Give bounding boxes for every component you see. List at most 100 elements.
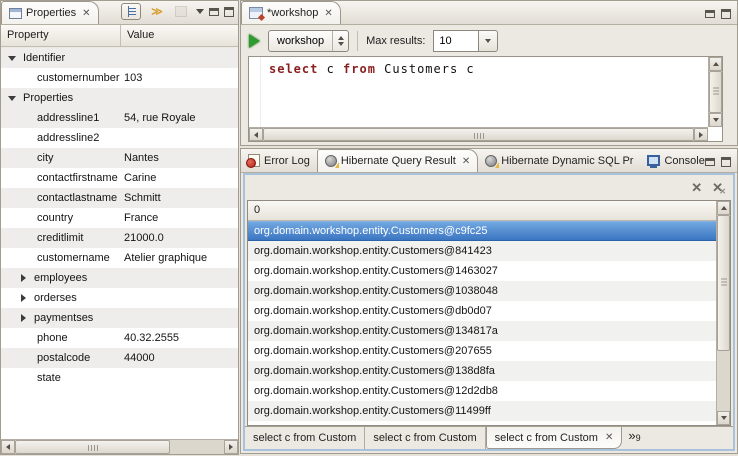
result-row[interactable]: org.domain.workshop.entity.Customers@12d… xyxy=(248,381,716,401)
result-row[interactable]: org.domain.workshop.entity.Customers@138… xyxy=(248,361,716,381)
hql-query-text[interactable]: select c from Customers c xyxy=(269,62,475,76)
result-subtab[interactable]: select c from Custom✕ xyxy=(486,427,623,449)
property-name-cell: paymentses xyxy=(1,312,122,324)
maximize-icon[interactable] xyxy=(721,9,731,19)
query-result-table: 0 org.domain.workshop.entity.Customers@c… xyxy=(247,200,731,426)
scroll-left-icon[interactable] xyxy=(249,128,263,141)
hql-editor-area[interactable]: select c from Customers c xyxy=(248,56,723,142)
subtab-overflow-indicator[interactable]: »9 xyxy=(622,427,646,443)
result-row[interactable]: org.domain.workshop.entity.Customers@114… xyxy=(248,401,716,421)
property-row[interactable]: addressline2 xyxy=(1,128,238,148)
result-rows: org.domain.workshop.entity.Customers@c9f… xyxy=(248,221,716,425)
spinner-icon[interactable] xyxy=(332,31,348,51)
chevron-down-icon[interactable] xyxy=(478,30,498,52)
editor-gutter xyxy=(249,57,261,127)
scroll-thumb[interactable] xyxy=(263,128,694,141)
icon-errorlog xyxy=(248,154,260,167)
property-row[interactable]: countryFrance xyxy=(1,208,238,228)
expanded-arrow-icon[interactable] xyxy=(8,96,16,101)
minimize-icon[interactable] xyxy=(209,8,219,16)
maximize-icon[interactable] xyxy=(224,7,234,17)
result-row[interactable]: org.domain.workshop.entity.Customers@841… xyxy=(248,241,716,261)
tab-properties[interactable]: Properties ✕ xyxy=(1,1,99,24)
property-row[interactable]: postalcode44000 xyxy=(1,348,238,368)
tab-console[interactable]: Console xyxy=(640,149,705,172)
property-row[interactable]: customernameAtelier graphique xyxy=(1,248,238,268)
result-row[interactable]: org.domain.workshop.entity.Customers@134… xyxy=(248,321,716,341)
property-row[interactable]: paymentses xyxy=(1,308,238,328)
scroll-right-icon[interactable] xyxy=(694,128,708,141)
maximize-icon[interactable] xyxy=(721,157,731,167)
tab-hibernate-dynamic-sql-pr[interactable]: Hibernate Dynamic SQL Pr xyxy=(478,149,640,172)
scroll-right-icon[interactable] xyxy=(224,440,238,454)
result-row[interactable]: org.domain.workshop.entity.Customers@c9f… xyxy=(248,221,716,241)
scroll-thumb[interactable] xyxy=(717,215,730,351)
column-header-property[interactable]: Property xyxy=(1,25,121,46)
property-row[interactable]: Properties xyxy=(1,88,238,108)
remove-all-results-icon[interactable]: ✕ xyxy=(712,181,723,194)
property-row[interactable]: cityNantes xyxy=(1,148,238,168)
scroll-down-icon[interactable] xyxy=(717,411,730,425)
property-name: city xyxy=(37,152,54,164)
hql-keyword: select xyxy=(269,62,318,76)
result-row[interactable]: org.domain.workshop.entity.Customers@207… xyxy=(248,341,716,361)
property-name-cell: Properties xyxy=(1,92,122,104)
property-row[interactable]: orderses xyxy=(1,288,238,308)
scroll-down-icon[interactable] xyxy=(709,113,722,127)
editor-hscrollbar[interactable] xyxy=(249,127,708,141)
hql-toolbar: workshop Max results: 10 xyxy=(241,25,737,56)
property-row[interactable]: Identifier xyxy=(1,48,238,68)
remove-result-icon[interactable]: ✕ xyxy=(691,181,702,194)
scroll-up-icon[interactable] xyxy=(709,57,722,71)
collapsed-arrow-icon[interactable] xyxy=(21,314,26,322)
results-vscrollbar[interactable] xyxy=(716,201,730,425)
result-subtab-label: select c from Custom xyxy=(253,432,356,444)
pin-button[interactable]: ≫ xyxy=(146,3,166,20)
property-row[interactable]: state xyxy=(1,368,238,388)
property-row[interactable]: addressline154, rue Royale xyxy=(1,108,238,128)
column-header-value[interactable]: Value xyxy=(121,25,238,46)
property-row[interactable]: creditlimit21000.0 xyxy=(1,228,238,248)
minimize-icon[interactable] xyxy=(705,10,715,18)
max-results-combo[interactable]: 10 xyxy=(433,30,498,52)
collapsed-arrow-icon[interactable] xyxy=(21,274,26,282)
configuration-combo[interactable]: workshop xyxy=(268,30,349,52)
close-icon[interactable]: ✕ xyxy=(605,432,613,443)
editor-vscrollbar[interactable] xyxy=(708,57,722,127)
expanded-arrow-icon[interactable] xyxy=(8,56,16,61)
tab-hibernate-query-result[interactable]: Hibernate Query Result✕ xyxy=(317,149,478,172)
result-subtab[interactable]: select c from Custom xyxy=(365,427,485,449)
result-row[interactable]: org.domain.workshop.entity.Customers@146… xyxy=(248,261,716,281)
property-value: 44000 xyxy=(122,352,238,364)
properties-hscrollbar[interactable] xyxy=(1,439,238,454)
close-icon[interactable]: ✕ xyxy=(462,156,470,167)
scroll-thumb[interactable] xyxy=(15,440,170,454)
view-menu-icon[interactable] xyxy=(196,9,204,14)
property-row[interactable]: contactlastnameSchmitt xyxy=(1,188,238,208)
tab-error-log[interactable]: Error Log xyxy=(241,149,317,172)
scroll-thumb[interactable] xyxy=(709,71,722,113)
result-subtab[interactable]: select c from Custom xyxy=(245,427,365,449)
tab-workshop-editor[interactable]: *workshop ✕ xyxy=(241,1,341,24)
property-name-cell: state xyxy=(1,372,122,384)
run-hql-button[interactable] xyxy=(249,34,260,48)
result-row[interactable]: org.domain.workshop.entity.Customers@db0… xyxy=(248,301,716,321)
scroll-left-icon[interactable] xyxy=(1,440,15,454)
property-row[interactable]: phone40.32.2555 xyxy=(1,328,238,348)
result-column-header[interactable]: 0 xyxy=(248,201,716,221)
property-value: Atelier graphique xyxy=(122,252,238,264)
close-icon[interactable]: ✕ xyxy=(82,8,90,19)
property-row[interactable]: contactfirstnameCarine xyxy=(1,168,238,188)
close-icon[interactable]: ✕ xyxy=(324,8,332,19)
properties-view: Properties ✕ ≫ Property Value xyxy=(0,0,239,455)
minimize-icon[interactable] xyxy=(705,158,715,166)
property-row[interactable]: customernumber103 xyxy=(1,68,238,88)
collapsed-arrow-icon[interactable] xyxy=(21,294,26,302)
result-row[interactable]: org.domain.workshop.entity.Customers@103… xyxy=(248,281,716,301)
properties-tabbar: Properties ✕ ≫ xyxy=(1,1,238,25)
property-row[interactable]: employees xyxy=(1,268,238,288)
scroll-up-icon[interactable] xyxy=(717,201,730,215)
tab-properties-label: Properties xyxy=(26,7,76,19)
tree-mode-button[interactable] xyxy=(121,3,141,20)
max-results-value[interactable]: 10 xyxy=(433,30,479,52)
